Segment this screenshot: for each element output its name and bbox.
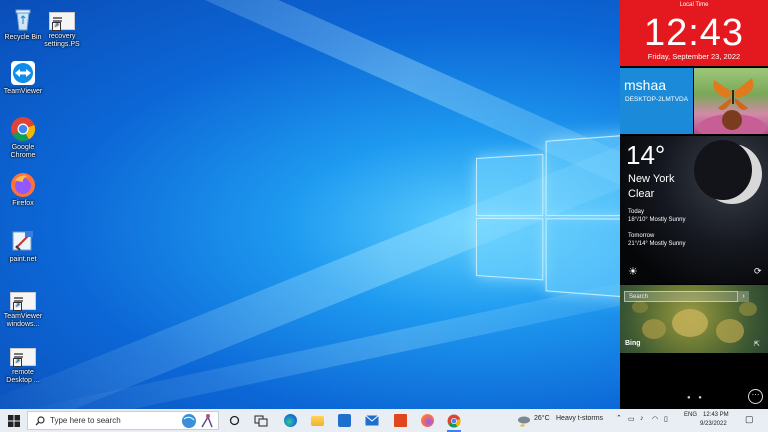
desktop-icon-paintnet[interactable]: paint.net <box>0 228 46 264</box>
office-icon <box>393 414 407 427</box>
search-highlight-icon <box>182 414 213 428</box>
taskbar-app-mail[interactable] <box>362 409 382 432</box>
desktop-icon-recovery-settings[interactable]: ↗ recovery settings.PS <box>39 8 85 49</box>
desktop-icon-label: Google Chrome <box>10 144 36 159</box>
taskbar-weather-temp[interactable]: 26°C <box>534 415 550 422</box>
mail-icon <box>365 415 379 426</box>
weather-city: New York <box>628 173 675 185</box>
sun-icon: ☀ <box>628 266 638 278</box>
taskbar-app-edge[interactable] <box>280 409 300 432</box>
moon-shadow <box>694 140 752 200</box>
forecast-today: 18°/10° Mostly Sunny <box>628 217 686 223</box>
paintnet-icon <box>10 228 36 254</box>
desktop-icon-teamviewer[interactable]: TeamViewer <box>0 60 46 96</box>
user-name: mshaa <box>624 77 667 93</box>
refresh-icon[interactable]: ⟳ <box>754 266 762 277</box>
document-icon: ↗ <box>10 348 36 367</box>
taskbar-app-office[interactable] <box>390 409 410 432</box>
forecast-today-label: Today <box>628 209 645 215</box>
taskbar-weather-text[interactable]: Heavy t-storms <box>556 415 603 422</box>
taskbar-search-box[interactable]: Type here to search <box>27 411 219 430</box>
desktop-icon-label: recovery settings.PS <box>44 33 80 48</box>
network-icon[interactable]: ▭ <box>628 415 635 423</box>
recycle-bin-icon <box>10 6 36 32</box>
taskbar-app-store[interactable] <box>334 409 354 432</box>
user-photo <box>694 68 768 134</box>
chrome-icon <box>447 414 461 427</box>
clock-date: Friday, September 23, 2022 <box>647 52 741 61</box>
desktop-icon-label: TeamViewer <box>3 88 43 95</box>
weather-widget-icon[interactable] <box>516 409 532 432</box>
page-indicator[interactable]: ● ● <box>687 395 705 401</box>
folder-icon <box>310 415 324 426</box>
clock-label: Local Time <box>679 2 709 8</box>
storm-cloud-icon <box>518 416 530 427</box>
input-language[interactable]: ENG <box>684 412 697 418</box>
forecast-tomorrow-label: Tomorrow <box>628 233 655 239</box>
store-icon <box>337 414 351 427</box>
multitask-icon <box>254 415 268 426</box>
show-hidden-icons[interactable]: ⌃ <box>616 414 622 422</box>
notification-center-icon[interactable]: ▢ <box>745 414 754 425</box>
forecast-tomorrow: 21°/14° Mostly Sunny <box>628 241 686 247</box>
desktop-icon-label: paint.net <box>9 256 37 263</box>
weather-condition: Clear <box>628 188 655 200</box>
document-icon: ↗ <box>10 292 36 311</box>
bing-logo: Bing <box>625 340 641 347</box>
desktop-icon-label: TeamViewer windows... <box>3 313 43 328</box>
edge-icon <box>283 414 297 427</box>
chrome-icon <box>10 116 36 142</box>
start-button[interactable] <box>4 409 24 432</box>
desktop-icon-label: remote Desktop ... <box>6 369 40 384</box>
firefox-icon <box>420 414 434 427</box>
task-view-icon <box>229 415 239 426</box>
firefox-icon <box>10 172 36 198</box>
bing-search-input[interactable]: Search <box>624 291 738 302</box>
bing-search-button[interactable]: › <box>738 291 749 302</box>
taskbar-app-task-view[interactable] <box>251 409 271 432</box>
search-icon <box>35 416 45 426</box>
task-view-button[interactable] <box>225 409 243 432</box>
user-tile[interactable]: mshaa DESKTOP-2LMTVDA <box>620 68 768 134</box>
volume-icon[interactable]: ♪ <box>640 415 644 422</box>
teamviewer-icon <box>10 60 36 86</box>
wifi-icon[interactable]: ◠ <box>652 415 658 423</box>
weather-temperature: 14° <box>626 140 666 170</box>
windows-start-icon <box>8 414 20 427</box>
taskbar: Type here to search 26°C Heavy t-storms … <box>0 409 768 432</box>
taskbar-clock-date[interactable]: 9/23/2022 <box>700 421 727 427</box>
taskbar-clock-time[interactable]: 12:43 PM <box>703 412 729 418</box>
taskbar-app-chrome[interactable] <box>444 409 464 432</box>
desktop-icon-label: Firefox <box>12 200 34 207</box>
bing-tile[interactable]: Search › Bing ⇱ <box>620 285 768 353</box>
battery-icon[interactable]: ▯ <box>664 415 668 423</box>
user-info: mshaa DESKTOP-2LMTVDA <box>620 68 693 134</box>
windows-logo-wallpaper <box>476 133 637 299</box>
computer-name: DESKTOP-2LMTVDA <box>625 96 689 103</box>
gadget-panel: Local Time 12:43 Friday, September 23, 2… <box>620 0 768 409</box>
desktop-icon-teamviewer-windows[interactable]: ↗ TeamViewer windows... <box>0 288 46 329</box>
desktop-icon-remote-desktop[interactable]: ↗ remote Desktop ... <box>0 344 46 385</box>
taskbar-app-file-explorer[interactable] <box>307 409 327 432</box>
more-options-icon[interactable]: ··· <box>748 389 763 404</box>
document-icon: ↗ <box>49 12 75 31</box>
desktop-icon-firefox[interactable]: Firefox <box>0 172 46 208</box>
clock-tile[interactable]: Local Time 12:43 Friday, September 23, 2… <box>620 0 768 66</box>
desktop-icon-label: Recycle Bin <box>4 34 42 41</box>
share-icon[interactable]: ⇱ <box>754 340 760 348</box>
desktop-icon-google-chrome[interactable]: Google Chrome <box>0 116 46 160</box>
search-placeholder: Type here to search <box>50 416 121 425</box>
clock-time: 12:43 <box>643 12 745 54</box>
taskbar-app-firefox[interactable] <box>417 409 437 432</box>
weather-tile[interactable]: 14° New York Clear Today 18°/10° Mostly … <box>620 136 768 284</box>
